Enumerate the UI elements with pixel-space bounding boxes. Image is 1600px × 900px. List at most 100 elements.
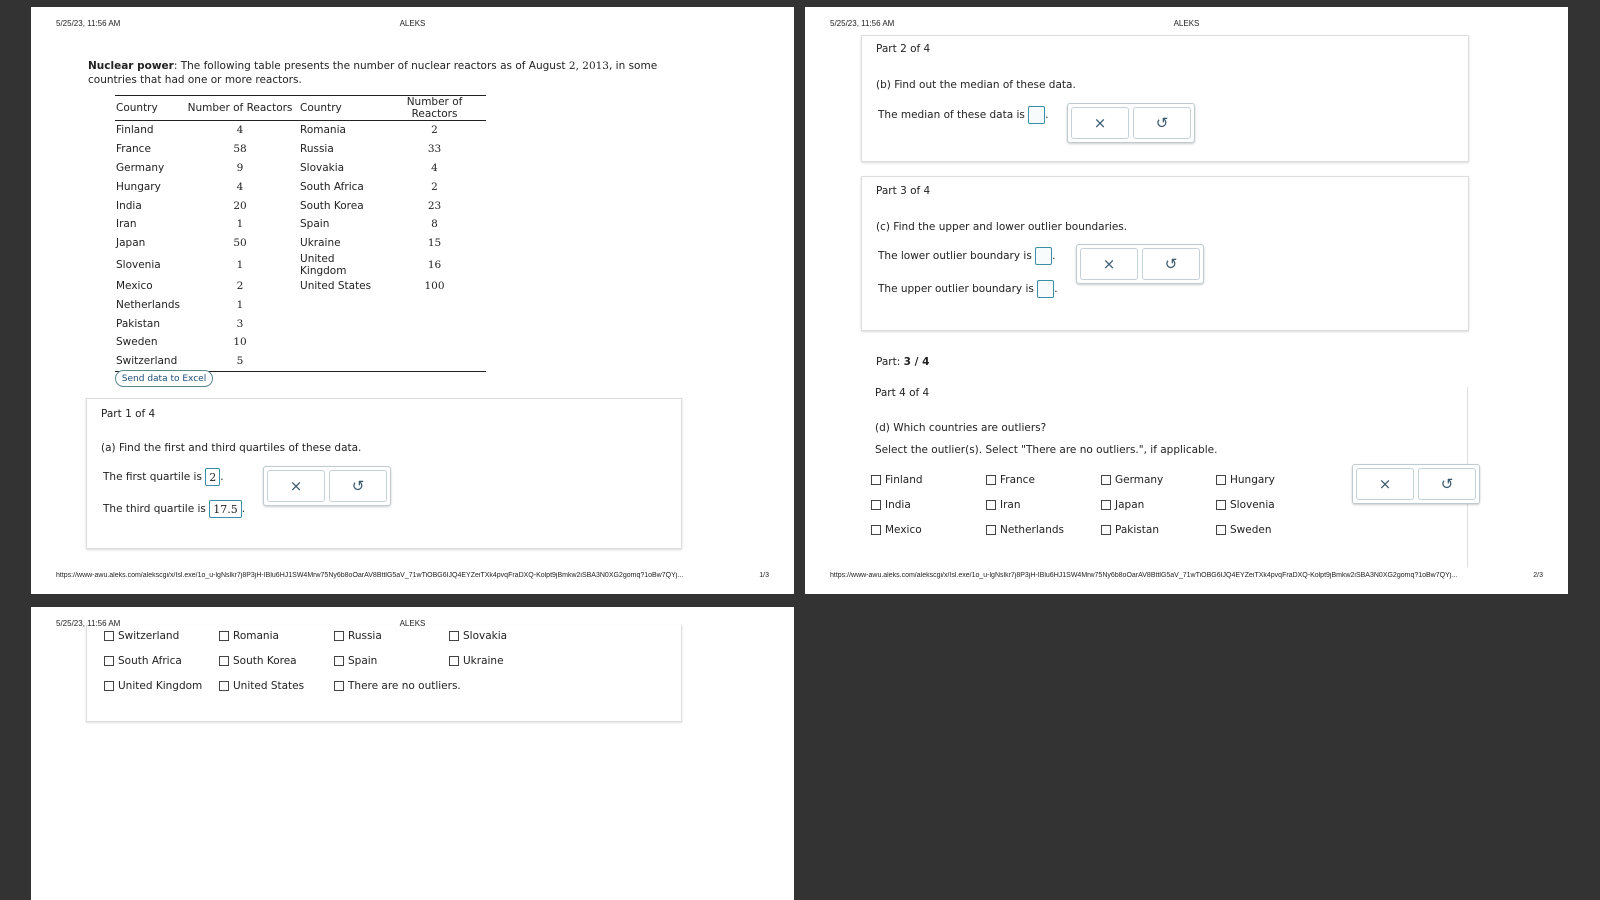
outlier-option[interactable]: Ukraine: [449, 655, 504, 667]
send-to-excel-button[interactable]: Send data to Excel: [115, 370, 213, 387]
upper-boundary-input[interactable]: [1037, 280, 1055, 298]
part1-question: (a) Find the first and third quartiles o…: [101, 442, 362, 454]
checkbox[interactable]: [449, 631, 459, 641]
clear-button[interactable]: ×: [1356, 468, 1414, 500]
table-cell-reactors: 4: [431, 161, 438, 174]
table-header: Country: [299, 95, 384, 121]
checkbox[interactable]: [1216, 525, 1226, 535]
x-icon: ×: [1378, 475, 1392, 493]
checkbox[interactable]: [986, 525, 996, 535]
table-cell-country: Sweden: [116, 336, 158, 349]
third-quartile-input[interactable]: 17.5: [209, 500, 242, 518]
undo-button[interactable]: ↺: [1418, 468, 1476, 500]
checkbox[interactable]: [1101, 475, 1111, 485]
outlier-option[interactable]: Russia: [334, 630, 382, 642]
median-label: The median of these data is: [878, 109, 1025, 121]
lower-boundary-input[interactable]: [1035, 247, 1053, 265]
outlier-option[interactable]: There are no outliers.: [334, 680, 461, 692]
checkbox[interactable]: [219, 631, 229, 641]
outlier-option[interactable]: Pakistan: [1101, 524, 1159, 536]
footer-url: https://www-awu.aleks.com/alekscgi/x/Isl…: [830, 572, 1458, 579]
part-progress-label: Part:: [876, 356, 901, 368]
outlier-option[interactable]: Switzerland: [104, 630, 179, 642]
table-cell-country: Spain: [300, 218, 330, 231]
undo-button[interactable]: ↺: [329, 470, 387, 502]
third-quartile-row: The third quartile is 17.5.: [103, 500, 245, 518]
outlier-option[interactable]: Japan: [1101, 499, 1144, 511]
option-label: Russia: [348, 630, 382, 642]
checkbox[interactable]: [104, 681, 114, 691]
option-label: Slovenia: [1230, 499, 1275, 511]
median-input[interactable]: [1028, 106, 1046, 124]
option-label: Sweden: [1230, 524, 1272, 536]
outlier-option[interactable]: Germany: [1101, 474, 1163, 486]
checkbox[interactable]: [104, 631, 114, 641]
clear-button[interactable]: ×: [267, 470, 325, 502]
part2-toolbar: × ↺: [1067, 103, 1195, 143]
table-cell-reactors: 15: [427, 237, 442, 250]
checkbox[interactable]: [1216, 500, 1226, 510]
undo-icon: ↺: [1155, 114, 1169, 132]
outlier-option[interactable]: France: [986, 474, 1035, 486]
checkbox[interactable]: [1216, 475, 1226, 485]
checkbox[interactable]: [1101, 500, 1111, 510]
table-cell-reactors: 1: [236, 218, 244, 231]
outlier-option[interactable]: Sweden: [1216, 524, 1272, 536]
checkbox[interactable]: [219, 656, 229, 666]
outlier-option[interactable]: South Africa: [104, 655, 182, 667]
intro-bold: Nuclear power: [88, 60, 174, 72]
table-cell-country: [299, 295, 383, 314]
outlier-option[interactable]: Mexico: [871, 524, 922, 536]
table-cell-country: South Africa: [300, 180, 364, 193]
outlier-option[interactable]: Netherlands: [986, 524, 1064, 536]
option-label: Netherlands: [1000, 524, 1065, 536]
footer-url: https://www-awu.aleks.com/alekscgi/x/Isl…: [56, 572, 684, 579]
checkbox[interactable]: [986, 475, 996, 485]
checkbox[interactable]: [334, 656, 344, 666]
checkbox[interactable]: [871, 525, 881, 535]
option-label: Ukraine: [463, 655, 504, 667]
first-quartile-row: The first quartile is 2.: [103, 468, 224, 486]
outlier-option[interactable]: Romania: [219, 630, 279, 642]
outlier-option[interactable]: Slovenia: [1216, 499, 1275, 511]
checkbox[interactable]: [871, 475, 881, 485]
first-quartile-input[interactable]: 2: [205, 468, 221, 486]
clear-button[interactable]: ×: [1080, 248, 1138, 280]
checkbox[interactable]: [986, 500, 996, 510]
outlier-option[interactable]: United Kingdom: [104, 680, 202, 692]
undo-button[interactable]: ↺: [1133, 107, 1191, 139]
outlier-option[interactable]: Iran: [986, 499, 1021, 511]
table-cell-reactors: 2: [431, 124, 438, 137]
checkbox[interactable]: [1101, 525, 1111, 535]
checkbox[interactable]: [449, 656, 459, 666]
table-row: Germany 9 Slovakia 4: [115, 159, 486, 178]
outlier-option[interactable]: United States: [219, 680, 304, 692]
page2-footer: https://www-awu.aleks.com/alekscgi/x/Isl…: [830, 572, 1543, 579]
x-icon: ×: [289, 477, 303, 495]
table-cell-reactors: [383, 314, 486, 333]
table-cell-country: Finland: [116, 124, 154, 137]
outlier-option[interactable]: Slovakia: [449, 630, 507, 642]
table-row: Finland 4 Romania 2: [115, 121, 486, 140]
checkbox[interactable]: [334, 631, 344, 641]
option-label: Romania: [233, 630, 279, 642]
option-label: Japan: [1115, 499, 1145, 511]
outlier-option[interactable]: Spain: [334, 655, 377, 667]
table-cell-country: India: [116, 199, 142, 212]
table-cell-reactors: [383, 295, 486, 314]
undo-button[interactable]: ↺: [1142, 248, 1200, 280]
outlier-option[interactable]: South Korea: [219, 655, 297, 667]
checkbox[interactable]: [219, 681, 229, 691]
outlier-option[interactable]: India: [871, 499, 911, 511]
checkbox[interactable]: [334, 681, 344, 691]
checkbox[interactable]: [104, 656, 114, 666]
undo-icon: ↺: [1164, 255, 1178, 273]
outlier-option[interactable]: Hungary: [1216, 474, 1275, 486]
table-cell-reactors: [383, 333, 486, 352]
table-cell-reactors: 9: [236, 161, 244, 174]
table-cell-reactors: 20: [233, 199, 247, 212]
clear-button[interactable]: ×: [1071, 107, 1129, 139]
checkbox[interactable]: [871, 500, 881, 510]
outlier-option[interactable]: Finland: [871, 474, 923, 486]
part4-toolbar: × ↺: [1352, 464, 1480, 504]
